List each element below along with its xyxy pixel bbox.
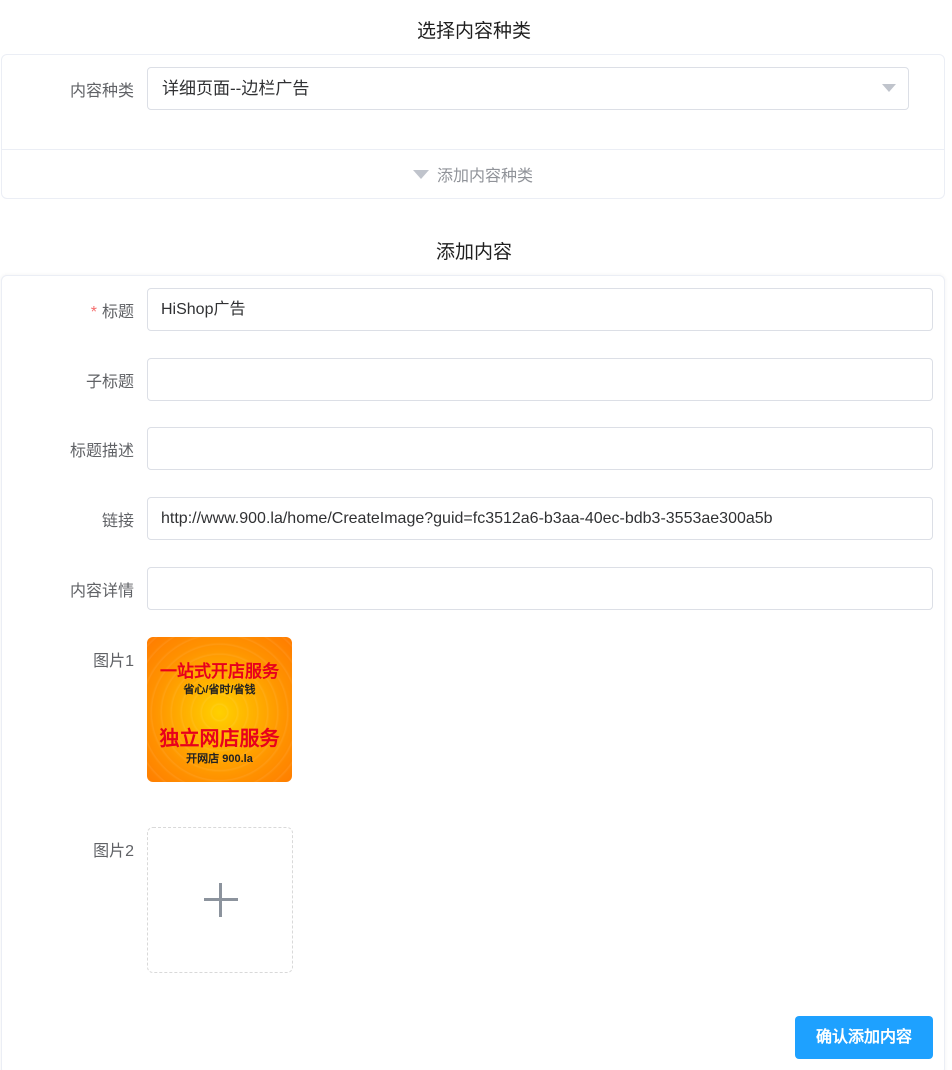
content-type-value: 详细页面--边栏广告 <box>162 79 310 98</box>
subtitle-label: 子标题 <box>85 374 134 391</box>
add-content-type-toggle[interactable]: 添加内容种类 <box>2 149 944 198</box>
link-label: 链接 <box>101 513 134 530</box>
title-input[interactable]: HiShop广告 <box>147 288 933 331</box>
image1-label: 图片1 <box>93 653 134 670</box>
section-title-add-content: 添加内容 <box>435 242 512 263</box>
add-content-card: * 标题 HiShop广告 子标题 标题描述 链接 http://www.900.… <box>1 275 945 1070</box>
content-detail-label: 内容详情 <box>69 583 134 600</box>
caret-down-icon <box>882 84 896 92</box>
plus-icon-vertical <box>219 883 222 917</box>
image2-upload-button[interactable] <box>147 827 293 973</box>
ad-line-3: 独立网店服务 <box>159 728 280 750</box>
caret-down-icon <box>412 170 429 179</box>
ad-line-2: 省心/省时/省钱 <box>183 684 256 696</box>
content-type-select[interactable]: 详细页面--边栏广告 <box>147 67 909 110</box>
content-type-label: 内容种类 <box>69 83 134 100</box>
section-title-select-type: 选择内容种类 <box>416 21 531 42</box>
ad-line-4: 开网店 900.la <box>186 753 253 765</box>
title-description-input[interactable] <box>147 427 933 470</box>
subtitle-input[interactable] <box>147 358 933 401</box>
add-content-type-label: 添加内容种类 <box>436 167 533 185</box>
link-input[interactable]: http://www.900.la/home/CreateImage?guid=… <box>147 497 933 540</box>
title-description-label: 标题描述 <box>69 443 134 460</box>
title-label: * 标题 <box>90 304 134 321</box>
content-detail-input[interactable] <box>147 567 933 610</box>
image2-label: 图片2 <box>93 843 134 860</box>
ad-line-1: 一站式开店服务 <box>160 662 279 681</box>
select-type-card: 内容种类 详细页面--边栏广告 添加内容种类 <box>1 54 945 199</box>
required-mark: * <box>90 304 97 321</box>
image1-thumbnail[interactable]: 一站式开店服务 省心/省时/省钱 独立网店服务 开网店 900.la <box>147 637 292 782</box>
confirm-add-content-button[interactable]: 确认添加内容 <box>795 1016 933 1059</box>
